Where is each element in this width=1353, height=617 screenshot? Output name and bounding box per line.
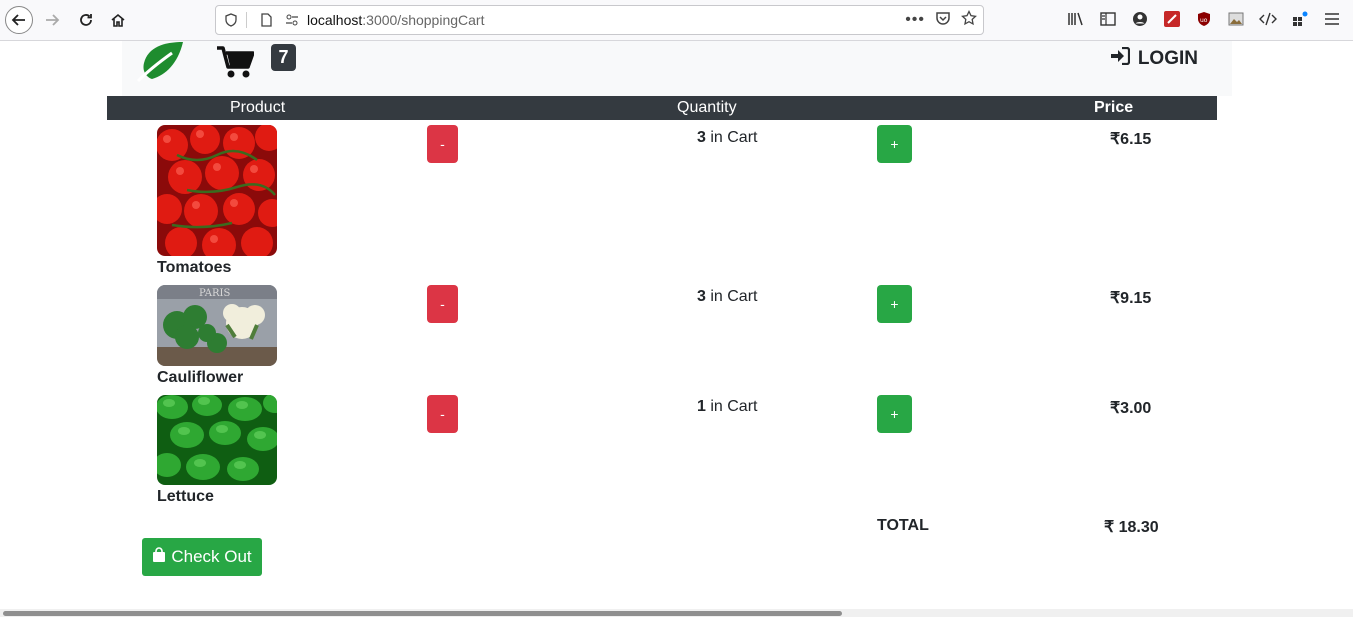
- ublock-icon[interactable]: uo: [1193, 8, 1215, 30]
- url-bar[interactable]: localhost:3000/shoppingCart •••: [215, 5, 984, 35]
- increase-quantity-button[interactable]: +: [877, 125, 912, 163]
- browser-toolbar: localhost:3000/shoppingCart ••• uo: [0, 0, 1353, 41]
- product-name: Tomatoes: [157, 259, 232, 276]
- horizontal-scrollbar[interactable]: [0, 609, 1353, 617]
- quantity-text: 3 in Cart: [697, 288, 757, 306]
- quantity-text: 3 in Cart: [697, 129, 757, 147]
- shield-icon[interactable]: [220, 9, 242, 31]
- product-name: Cauliflower: [157, 369, 244, 386]
- url-path: :3000/shoppingCart: [362, 12, 485, 28]
- image-extension-icon[interactable]: [1225, 8, 1247, 30]
- lettuce-image: [157, 395, 277, 485]
- total-label: TOTAL: [877, 517, 929, 534]
- leaf-logo-icon[interactable]: [136, 41, 186, 83]
- checkout-button[interactable]: Check Out: [142, 538, 262, 576]
- increase-quantity-button[interactable]: +: [877, 395, 912, 433]
- cart-count-badge: 7: [271, 44, 296, 71]
- back-icon[interactable]: [5, 6, 33, 34]
- total-value: ₹ 18.30: [1104, 519, 1159, 536]
- cart-table-header: Product Quantity Price: [107, 96, 1217, 120]
- quantity-suffix: in Cart: [705, 398, 758, 415]
- login-label: LOGIN: [1137, 48, 1198, 69]
- menu-icon[interactable]: [1321, 8, 1343, 30]
- item-price: ₹6.15: [1110, 131, 1152, 148]
- home-icon[interactable]: [104, 6, 132, 34]
- quantity-value: 1: [697, 398, 706, 415]
- pocket-icon[interactable]: [935, 10, 951, 29]
- sign-in-icon: [1110, 46, 1130, 71]
- svg-text:PARIS: PARIS: [199, 288, 231, 299]
- shopping-cart-icon[interactable]: [216, 45, 255, 79]
- extension-red-icon[interactable]: [1161, 8, 1183, 30]
- quantity-suffix: in Cart: [705, 129, 758, 146]
- library-icon[interactable]: [1065, 8, 1087, 30]
- app-navbar: 7 LOGIN: [122, 41, 1232, 96]
- decrease-quantity-button[interactable]: -: [427, 285, 458, 323]
- quantity-value: 3: [697, 288, 706, 305]
- checkout-label: Check Out: [171, 547, 252, 566]
- product-name: Lettuce: [157, 488, 214, 505]
- tomatoes-image: [157, 125, 277, 256]
- permissions-icon[interactable]: [281, 9, 303, 31]
- sidebar-icon[interactable]: [1097, 8, 1119, 30]
- column-header-product: Product: [230, 99, 286, 116]
- increase-quantity-button[interactable]: +: [877, 285, 912, 323]
- decrease-quantity-button[interactable]: -: [427, 395, 458, 433]
- column-header-price: Price: [1094, 99, 1134, 116]
- column-header-quantity: Quantity: [677, 99, 737, 116]
- quantity-suffix: in Cart: [705, 288, 758, 305]
- quantity-text: 1 in Cart: [697, 398, 757, 416]
- extensions-icon[interactable]: [1289, 8, 1311, 30]
- bookmark-star-icon[interactable]: [961, 9, 977, 29]
- item-price: ₹9.15: [1110, 290, 1152, 307]
- item-price: ₹3.00: [1110, 400, 1152, 417]
- url-host: localhost: [307, 12, 363, 28]
- forward-icon[interactable]: [38, 6, 66, 34]
- devtools-icon[interactable]: [1257, 8, 1279, 30]
- svg-text:uo: uo: [1200, 17, 1208, 24]
- decrease-quantity-button[interactable]: -: [427, 125, 458, 163]
- shopping-bag-icon: [152, 546, 166, 568]
- page-icon[interactable]: [255, 9, 277, 31]
- more-actions-icon[interactable]: •••: [905, 11, 925, 29]
- account-icon[interactable]: [1129, 8, 1151, 30]
- url-separator: [246, 12, 247, 28]
- quantity-value: 3: [697, 129, 706, 146]
- reload-icon[interactable]: [72, 6, 100, 34]
- scrollbar-thumb[interactable]: [3, 611, 842, 616]
- login-link[interactable]: LOGIN: [1110, 46, 1198, 71]
- cauliflower-image: PARIS: [157, 285, 277, 366]
